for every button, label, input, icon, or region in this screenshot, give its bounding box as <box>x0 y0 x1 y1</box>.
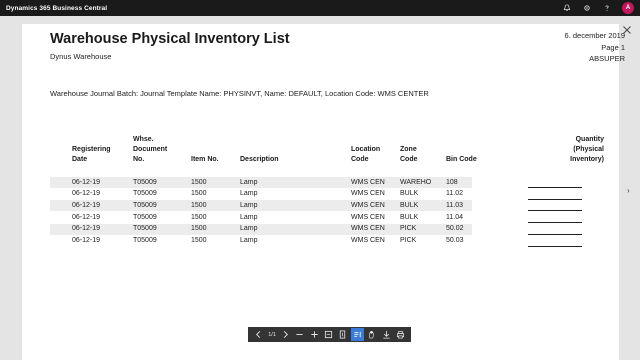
quantity-entry-line <box>528 187 582 188</box>
col-header-bin-code: Bin Code <box>446 156 477 163</box>
table-cell-zone: PICK <box>400 225 417 233</box>
viewer-toolbar: 1/1 <box>248 327 411 342</box>
avatar[interactable]: A <box>622 2 634 14</box>
table-cell-loc: WMS CEN <box>351 190 385 198</box>
zoom-out-icon[interactable] <box>293 328 306 341</box>
table-cell-item: 1500 <box>191 190 207 198</box>
table-cell-doc: T05009 <box>133 237 157 244</box>
quantity-entry-line <box>528 233 582 235</box>
table-cell-date: 06-12-19 <box>72 190 101 198</box>
table-cell-zone: WAREHO <box>400 178 432 186</box>
quantity-entry-line <box>528 245 582 247</box>
col-header-item-no: Item No. <box>191 156 219 163</box>
table-cell-date: 06-12-19 <box>72 178 101 186</box>
report-subtitle: Dynus Warehouse <box>50 52 112 61</box>
table-cell-desc: Lamp <box>240 237 258 244</box>
table-cell-bin: 11.03 <box>446 201 463 209</box>
table-cell-date: 06-12-19 <box>72 225 101 233</box>
quantity-entry-line <box>528 198 582 200</box>
table-cell-zone: BULK <box>400 201 419 209</box>
app-title[interactable]: Dynamics 365 Business Central <box>6 5 107 12</box>
table-cell-desc: Lamp <box>240 190 258 198</box>
table-cell-date: 06-12-19 <box>72 213 101 221</box>
table-cell-loc: WMS CEN <box>351 213 385 221</box>
table-cell-item: 1500 <box>191 237 207 244</box>
table-cell-item: 1500 <box>191 225 207 233</box>
next-page-icon[interactable] <box>279 328 292 341</box>
table-cell-desc: Lamp <box>240 213 258 221</box>
table-cell-loc: WMS CEN <box>351 201 385 209</box>
report-meta: 6. december 2019 Page 1 ABSUPER <box>565 30 625 65</box>
table-cell-desc: Lamp <box>240 225 258 233</box>
col-header-registering-date: Registering Date <box>72 146 111 163</box>
table-cell-doc: T05009 <box>133 178 157 186</box>
table-row: 06-12-19 T05009 1500 Lamp WMS CEN BULK 11.04 <box>50 212 472 223</box>
zoom-in-icon[interactable] <box>308 328 321 341</box>
table-cell-bin: 50.03 <box>446 237 464 244</box>
header-actions: A <box>562 2 634 14</box>
col-header-zone-code: Zone Code <box>400 146 418 163</box>
table-cell-zone: PICK <box>400 237 417 244</box>
table-cell-doc: T05009 <box>133 225 157 233</box>
table-cell-loc: WMS CEN <box>351 178 385 186</box>
page-indicator[interactable]: 1/1 <box>266 332 277 338</box>
table-cell-desc: Lamp <box>240 178 258 186</box>
mouse-cursor-icon: › <box>627 186 630 195</box>
table-cell-doc: T05009 <box>133 201 157 209</box>
col-header-document-no: Whse. Document No. <box>133 136 168 163</box>
app-header: Dynamics 365 Business Central A <box>0 0 640 16</box>
print-icon[interactable] <box>394 328 407 341</box>
table-cell-doc: T05009 <box>133 213 157 221</box>
help-icon[interactable] <box>602 3 612 13</box>
table-cell-bin: 108 <box>446 178 458 186</box>
table-row: 06-12-19 T05009 1500 Lamp WMS CEN BULK 11.03 <box>50 200 472 212</box>
table-cell-item: 1500 <box>191 213 207 221</box>
prev-page-icon[interactable] <box>252 328 265 341</box>
report-user: ABSUPER <box>589 54 625 63</box>
table-cell-item: 1500 <box>191 201 207 209</box>
table-cell-loc: WMS CEN <box>351 225 385 233</box>
gear-icon[interactable] <box>582 3 592 13</box>
fit-page-icon[interactable] <box>322 328 335 341</box>
table-cell-date: 06-12-19 <box>72 201 101 209</box>
table-cell-doc: T05009 <box>133 190 157 198</box>
report-page-number: Page 1 <box>601 42 625 52</box>
table-row: 06-12-19 T05009 1500 Lamp WMS CEN BULK 11.02 <box>50 189 472 200</box>
table-row: 06-12-19 T05009 1500 Lamp WMS CEN PICK 50.03 <box>50 236 472 247</box>
fit-width-icon[interactable] <box>336 328 349 341</box>
hand-tool-icon[interactable] <box>365 328 378 341</box>
table-cell-bin: 50.02 <box>446 225 464 233</box>
col-header-location-code: Location Code <box>351 146 381 163</box>
table-cell-bin: 11.02 <box>446 190 463 198</box>
bell-icon[interactable] <box>562 3 572 13</box>
table-cell-item: 1500 <box>191 178 207 186</box>
table-cell-zone: BULK <box>400 190 419 198</box>
report-title: Warehouse Physical Inventory List <box>50 31 290 47</box>
col-header-quantity: Quantity (Physical Inventory) <box>570 136 604 163</box>
table-row: 06-12-19 T05009 1500 Lamp WMS CEN WAREHO 108 <box>50 177 472 188</box>
table-cell-bin: 11.04 <box>446 213 463 221</box>
table-cell-zone: BULK <box>400 213 419 221</box>
report-date: 6. december 2019 <box>564 31 625 40</box>
table-cell-loc: WMS CEN <box>351 237 385 244</box>
download-icon[interactable] <box>379 328 392 341</box>
table-row: 06-12-19 T05009 1500 Lamp WMS CEN PICK 50.02 <box>50 223 472 235</box>
col-header-description: Description <box>240 156 279 163</box>
batch-filter-line: Warehouse Journal Batch: Journal Templat… <box>50 89 429 98</box>
quantity-entry-line <box>528 222 582 224</box>
table-cell-date: 06-12-19 <box>72 237 101 244</box>
table-cell-desc: Lamp <box>240 201 258 209</box>
quantity-entry-line <box>528 210 582 212</box>
text-select-icon[interactable] <box>350 328 364 341</box>
